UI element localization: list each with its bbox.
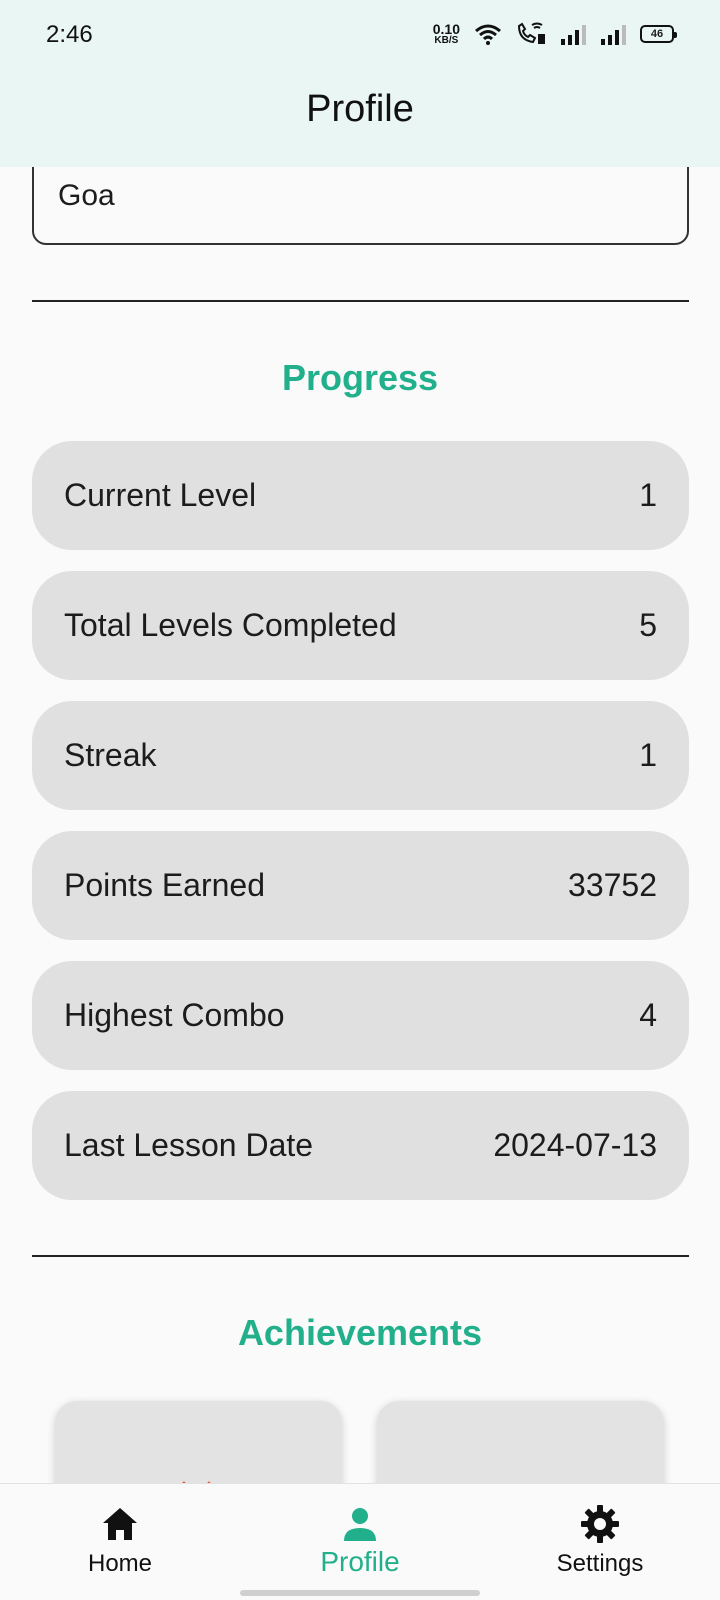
stat-row-total-levels-completed: Total Levels Completed 5 [32, 571, 689, 680]
gesture-bar[interactable] [240, 1590, 480, 1596]
divider [32, 300, 689, 302]
nav-profile-label: Profile [320, 1546, 400, 1577]
status-time: 2:46 [46, 21, 93, 48]
nav-home[interactable]: Home [0, 1484, 240, 1584]
stat-label: Current Level [64, 477, 257, 513]
nav-profile[interactable]: Profile [240, 1484, 480, 1584]
profile-scroll-content[interactable]: Goa Progress Current Level 1 Total Level… [0, 0, 720, 1600]
network-speed: 0.10 KB/S [433, 22, 460, 46]
nav-home-label: Home [87, 1550, 153, 1577]
stat-value: 1 [639, 737, 657, 773]
nav-settings-label: Settings [556, 1550, 644, 1577]
bottom-navigation: Home Profile Settings [0, 1483, 720, 1600]
stat-label: Highest Combo [64, 997, 285, 1033]
stat-value: 5 [639, 607, 657, 643]
stat-value: 33752 [568, 867, 657, 903]
wifi-calling-icon [517, 22, 545, 44]
signal-icon-sim1 [561, 25, 586, 45]
battery-level: 46 [650, 28, 664, 40]
progress-section-title: Progress [281, 357, 439, 398]
nav-settings[interactable]: Settings [480, 1484, 720, 1584]
stat-value: 2024-07-13 [493, 1127, 657, 1163]
page-title: Profile [306, 88, 414, 130]
location-value: Goa [58, 179, 115, 212]
network-speed-value: 0.10 [432, 21, 460, 37]
signal-icon-sim2 [601, 25, 626, 45]
stat-label: Points Earned [64, 867, 266, 903]
stat-value: 1 [639, 477, 657, 513]
gear-icon [581, 1505, 619, 1543]
person-icon [344, 1508, 376, 1541]
stat-label: Last Lesson Date [64, 1127, 314, 1163]
stat-value: 4 [639, 997, 657, 1033]
wifi-icon [475, 24, 501, 45]
network-speed-unit: KB/S [434, 35, 459, 46]
stat-row-points-earned: Points Earned 33752 [32, 831, 689, 940]
stat-label: Total Levels Completed [64, 607, 397, 643]
status-icons: 0.10 KB/S 46 [433, 22, 677, 46]
battery-icon: 46 [640, 25, 677, 43]
stat-label: Streak [64, 737, 157, 773]
stat-row-streak: Streak 1 [32, 701, 689, 810]
stat-row-current-level: Current Level 1 [32, 441, 689, 550]
stat-row-last-lesson-date: Last Lesson Date 2024-07-13 [32, 1091, 689, 1200]
divider [32, 1255, 689, 1257]
achievements-section-title: Achievements [237, 1312, 483, 1353]
app-header: 2:46 0.10 KB/S 46 Profile [0, 0, 720, 167]
status-bar: 2:46 0.10 KB/S 46 [0, 0, 720, 72]
stat-row-highest-combo: Highest Combo 4 [32, 961, 689, 1070]
home-icon [103, 1508, 137, 1540]
